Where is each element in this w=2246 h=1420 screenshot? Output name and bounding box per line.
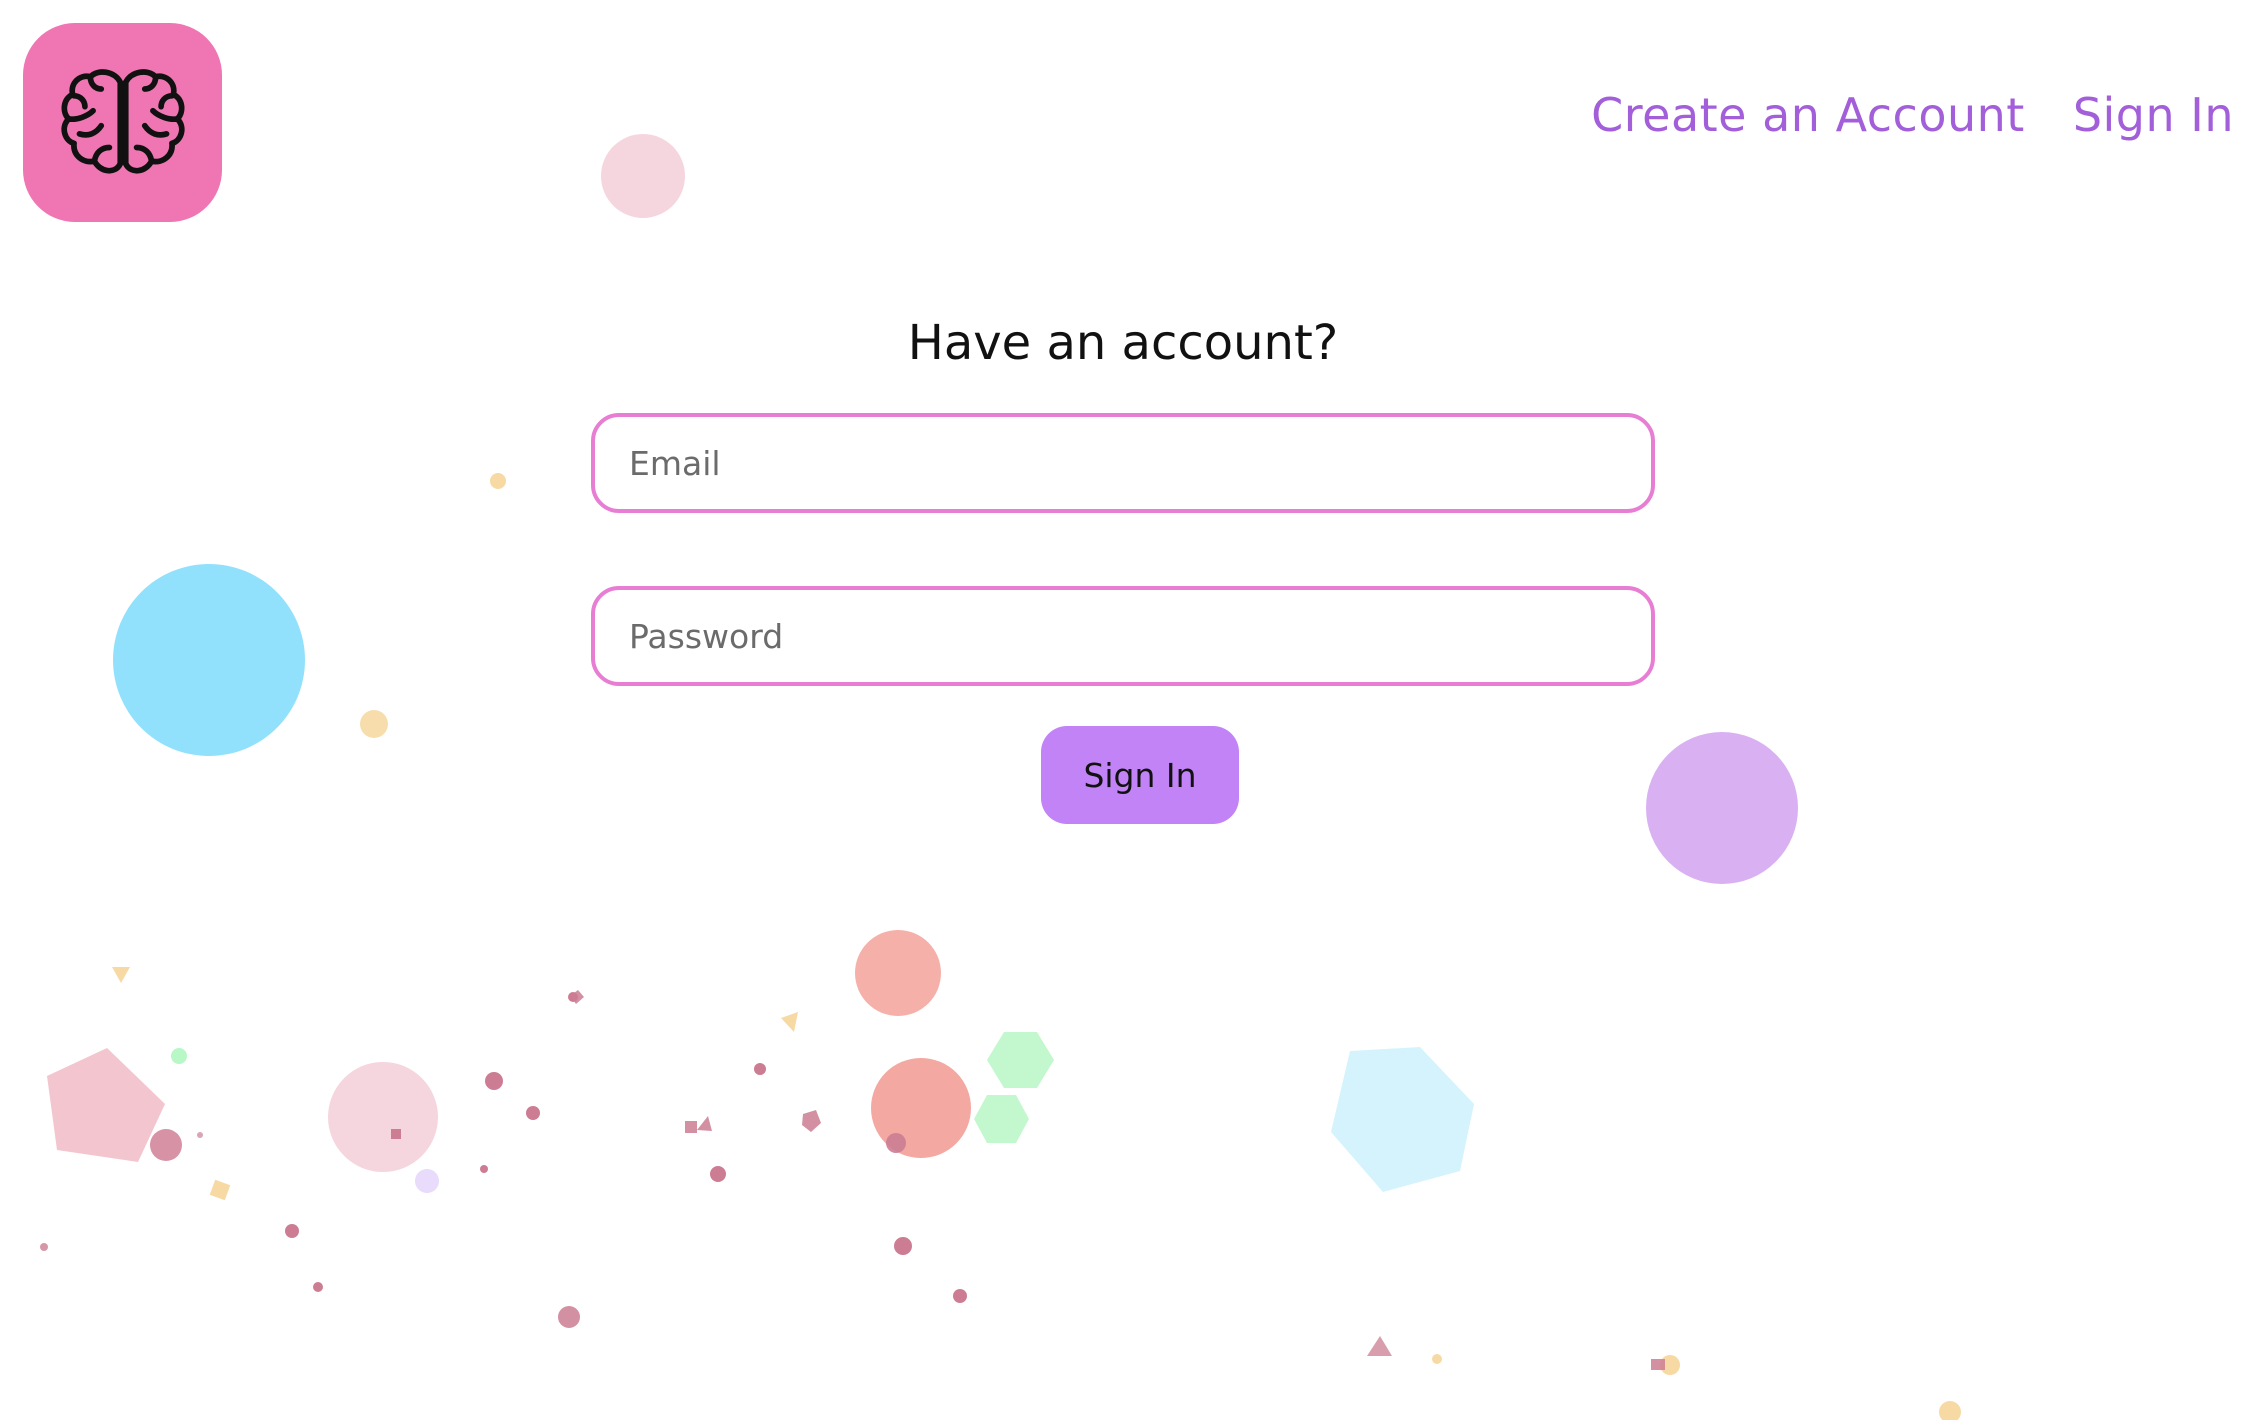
email-field[interactable] xyxy=(591,413,1655,513)
sign-in-page: Create an Account Sign In Have an accoun… xyxy=(0,0,2246,1420)
password-field[interactable] xyxy=(591,586,1655,686)
sign-in-button[interactable]: Sign In xyxy=(1041,726,1239,824)
app-logo[interactable] xyxy=(23,23,222,222)
confetti-background xyxy=(40,134,1961,1420)
form-title: Have an account? xyxy=(907,315,1339,371)
brain-icon xyxy=(60,68,185,173)
sign-in-link[interactable]: Sign In xyxy=(2073,88,2234,142)
create-account-link[interactable]: Create an Account xyxy=(1591,88,2025,142)
top-nav: Create an Account Sign In xyxy=(1591,88,2234,142)
